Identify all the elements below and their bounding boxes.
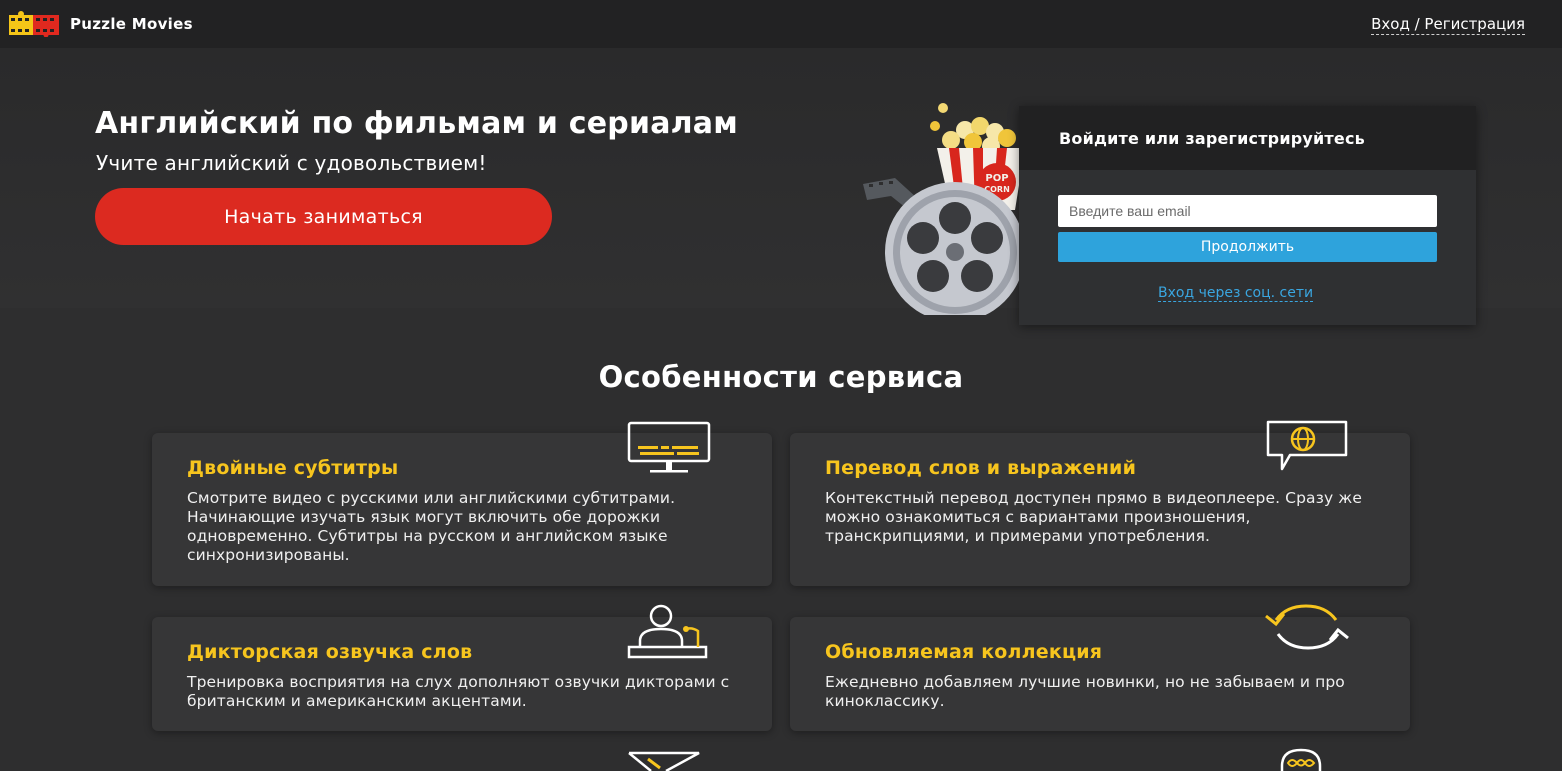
- email-input[interactable]: [1058, 195, 1437, 227]
- start-learning-button[interactable]: Начать заниматься: [95, 188, 552, 245]
- feature-title: Дикторская озвучка слов: [187, 641, 473, 663]
- hero-subtitle: Учите английский с удовольствием!: [96, 151, 487, 175]
- feature-text: Тренировка восприятия на слух дополняют …: [187, 673, 730, 710]
- brand-name[interactable]: Puzzle Movies: [70, 15, 193, 33]
- monitor-subtitles-icon: [627, 421, 711, 473]
- feature-text: Контекстный перевод доступен прямо в вид…: [825, 489, 1362, 545]
- feature-title: Перевод слов и выражений: [825, 457, 1137, 479]
- logo-icon[interactable]: [8, 11, 60, 37]
- login-card-title: Войдите или зарегистрируйтесь: [1019, 106, 1476, 170]
- cocktail-glass-icon: [628, 751, 700, 771]
- feature-title: Двойные субтитры: [187, 457, 399, 479]
- social-login-link[interactable]: Вход через соц. сети: [1158, 285, 1314, 302]
- popcorn-film-reel-icon: POP CORN: [863, 103, 1025, 315]
- hero-title: Английский по фильмам и сериалам: [95, 106, 738, 141]
- login-register-link[interactable]: Вход / Регистрация: [1371, 15, 1525, 35]
- refresh-arrows-icon: [1265, 604, 1349, 650]
- login-card: Войдите или зарегистрируйтесь Продолжить…: [1019, 106, 1476, 325]
- feature-text: Ежедневно добавляем лучшие новинки, но н…: [825, 673, 1345, 710]
- popcorn-label-pop: POP: [985, 173, 1008, 184]
- feature-text: Смотрите видео с русскими или английским…: [187, 489, 676, 564]
- continue-button[interactable]: Продолжить: [1058, 232, 1437, 262]
- top-bar: Puzzle Movies Вход / Регистрация: [0, 0, 1562, 48]
- speaker-podium-icon: [627, 604, 708, 659]
- features-title: Особенности сервиса: [598, 360, 964, 394]
- feature-title: Обновляемая коллекция: [825, 641, 1103, 663]
- infinity-badge-icon: [1280, 748, 1322, 771]
- speech-globe-icon: [1266, 420, 1348, 471]
